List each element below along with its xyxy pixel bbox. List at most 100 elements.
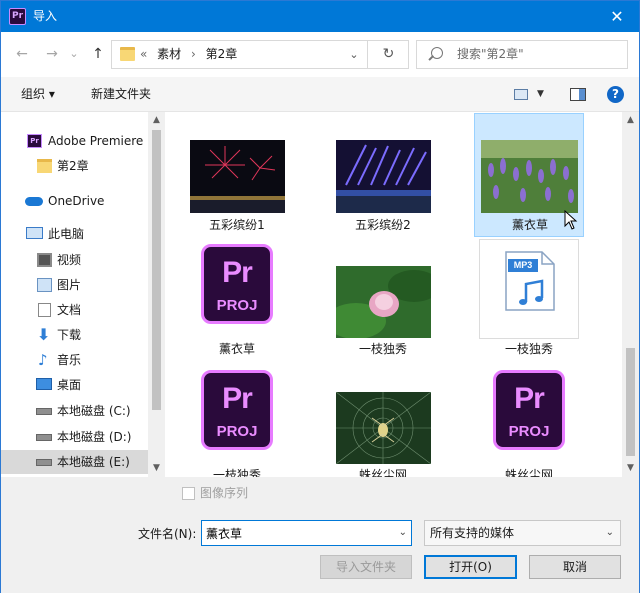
breadcrumb-item-chapter2[interactable]: 第2章 <box>206 47 238 61</box>
lavender-thumbnail <box>481 140 578 213</box>
sidebar-item-label: 桌面 <box>57 378 82 392</box>
premiere-project-icon: Pr PROJ <box>493 370 565 450</box>
file-item-yizhi-image[interactable]: 一枝独秀 <box>328 239 438 363</box>
sidebar-item-drive-c[interactable]: 本地磁盘 (C:) <box>1 399 149 423</box>
window-title: 导入 <box>33 9 58 23</box>
sidebar-item-documents[interactable]: 文档 <box>1 298 149 322</box>
file-name: 蛛丝尘网 <box>358 468 407 477</box>
scrollbar-thumb[interactable] <box>626 348 635 456</box>
sidebar-item-downloads[interactable]: ⬇ 下载 <box>1 323 149 347</box>
file-name: 五彩缤纷1 <box>209 218 265 232</box>
scrollbar-thumb[interactable] <box>152 130 161 410</box>
filename-input[interactable] <box>206 524 386 542</box>
file-item-spider-project[interactable]: Pr PROJ 蛛丝尘网 <box>474 365 584 477</box>
sidebar-item-onedrive[interactable]: OneDrive <box>1 189 149 213</box>
folder-icon <box>120 47 135 61</box>
pictures-icon <box>37 278 52 292</box>
address-dropdown-button[interactable]: ⌄ <box>342 41 366 68</box>
filename-label: 文件名(N): <box>138 527 197 541</box>
scroll-up-arrow[interactable]: ▲ <box>622 112 639 129</box>
file-item-wucai2[interactable]: 五彩缤纷2 <box>328 114 438 238</box>
new-folder-button[interactable]: 新建文件夹 <box>91 77 151 112</box>
proj-label: PROJ <box>216 423 258 440</box>
download-icon: ⬇ <box>37 325 51 344</box>
sidebar-item-drive-e[interactable]: 本地磁盘 (E:) <box>1 450 149 474</box>
navigation-pane: Pr Adobe Premiere 第2章 OneDrive 此电脑 视频 图片… <box>1 112 166 477</box>
open-button[interactable]: 打开(O) <box>424 555 517 579</box>
forward-button[interactable]: → <box>43 44 61 64</box>
up-button[interactable]: ↑ <box>89 44 107 64</box>
sidebar-item-label: 本地磁盘 (D:) <box>57 430 132 444</box>
file-item-yizhi-project[interactable]: Pr PROJ 一枝独秀 <box>182 365 292 477</box>
file-item-lavender-project[interactable]: Pr PROJ 薰衣草 <box>182 239 292 363</box>
breadcrumb-overflow[interactable]: « <box>140 47 147 61</box>
filetype-select[interactable]: 所有支持的媒体 ⌄ <box>424 520 621 546</box>
file-name: 五彩缤纷2 <box>355 218 411 232</box>
scroll-down-arrow[interactable]: ▼ <box>148 460 165 477</box>
music-icon: ♪ <box>38 351 48 369</box>
title-bar: Pr 导入 ✕ <box>1 1 639 32</box>
scroll-up-arrow[interactable]: ▲ <box>148 112 165 129</box>
fireworks-thumbnail <box>190 140 285 213</box>
sidebar-item-this-pc[interactable]: 此电脑 <box>1 222 149 246</box>
back-button[interactable]: ← <box>13 44 31 64</box>
file-list-scrollbar[interactable]: ▲ ▼ <box>622 112 639 477</box>
computer-icon <box>26 227 43 239</box>
breadcrumb-separator[interactable]: › <box>191 47 196 61</box>
organize-button[interactable]: 组织 ▾ <box>21 77 55 112</box>
breadcrumb-item-sucai[interactable]: 素材 <box>157 47 181 61</box>
sidebar-item-adobe-premiere[interactable]: Pr Adobe Premiere <box>1 129 149 153</box>
navigation-pane-scrollbar[interactable]: ▲ ▼ <box>148 112 165 477</box>
filetype-value: 所有支持的媒体 <box>430 526 515 540</box>
sidebar-item-pictures[interactable]: 图片 <box>1 273 149 297</box>
premiere-icon-label: Pr <box>222 256 253 289</box>
view-options-dropdown[interactable]: ▼ <box>537 77 544 112</box>
filename-combobox[interactable]: ⌄ <box>201 520 412 546</box>
file-name: 一枝独秀 <box>212 468 261 477</box>
file-name: 一枝独秀 <box>358 342 407 356</box>
sidebar-item-music[interactable]: ♪ 音乐 <box>1 348 149 372</box>
cancel-button[interactable]: 取消 <box>529 555 621 579</box>
sidebar-item-chapter2[interactable]: 第2章 <box>1 154 149 178</box>
premiere-icon: Pr <box>27 134 42 148</box>
sidebar-item-label: 本地磁盘 (C:) <box>57 404 131 418</box>
sidebar-item-videos[interactable]: 视频 <box>1 248 149 272</box>
sidebar-item-label: 图片 <box>57 278 82 292</box>
import-folder-button[interactable]: 导入文件夹 <box>320 555 412 579</box>
preview-pane-icon[interactable] <box>570 88 586 101</box>
sidebar-item-label: 视频 <box>57 253 82 267</box>
sidebar-item-label: 下载 <box>57 328 82 342</box>
search-box[interactable]: 搜索"第2章" <box>416 40 628 69</box>
premiere-project-icon: Pr PROJ <box>201 370 273 450</box>
refresh-button[interactable]: ↻ <box>367 41 409 68</box>
premiere-project-icon: Pr PROJ <box>201 244 273 324</box>
sidebar-item-label: 第2章 <box>57 159 89 173</box>
navigation-bar: ← → ⌄ ↑ « 素材 › 第2章 ⌄ ↻ 搜索"第2章" <box>1 32 639 77</box>
file-item-spider-image[interactable]: 蛛丝尘网 <box>328 365 438 477</box>
address-bar[interactable]: « 素材 › 第2章 ⌄ ↻ <box>111 40 409 69</box>
sidebar-item-label: Adobe Premiere <box>48 134 144 148</box>
recent-locations-button[interactable]: ⌄ <box>67 44 81 64</box>
view-options-icon[interactable] <box>514 89 528 100</box>
breadcrumb: « 素材 › 第2章 <box>140 41 243 68</box>
sidebar-item-label: OneDrive <box>48 194 105 208</box>
spider-thumbnail <box>336 392 431 464</box>
sidebar-item-desktop[interactable]: 桌面 <box>1 373 149 397</box>
import-dialog: Pr 导入 ✕ ← → ⌄ ↑ « 素材 › 第2章 ⌄ ↻ 搜索"第2章" 组… <box>0 0 640 593</box>
file-list: 五彩缤纷1 五彩缤纷2 薰衣草 Pr PROJ 薰衣草 一枝独秀 MP3 一枝独… <box>166 112 622 477</box>
help-icon[interactable]: ? <box>607 86 624 103</box>
proj-label: PROJ <box>216 297 258 314</box>
image-sequence-checkbox[interactable] <box>182 487 195 500</box>
scroll-down-arrow[interactable]: ▼ <box>622 460 639 477</box>
premiere-icon-label: Pr <box>222 382 253 415</box>
premiere-app-icon: Pr <box>9 8 26 25</box>
chevron-down-icon[interactable]: ⌄ <box>399 521 407 545</box>
drive-c-icon <box>36 408 52 415</box>
mp3-label: MP3 <box>513 260 533 270</box>
sidebar-item-drive-d[interactable]: 本地磁盘 (D:) <box>1 425 149 449</box>
search-placeholder: 搜索"第2章" <box>457 47 524 61</box>
sidebar-item-label: 音乐 <box>57 353 82 367</box>
file-item-wucai1[interactable]: 五彩缤纷1 <box>182 114 292 238</box>
close-button[interactable]: ✕ <box>595 1 639 32</box>
file-item-yizhi-audio[interactable]: MP3 一枝独秀 <box>474 239 584 363</box>
